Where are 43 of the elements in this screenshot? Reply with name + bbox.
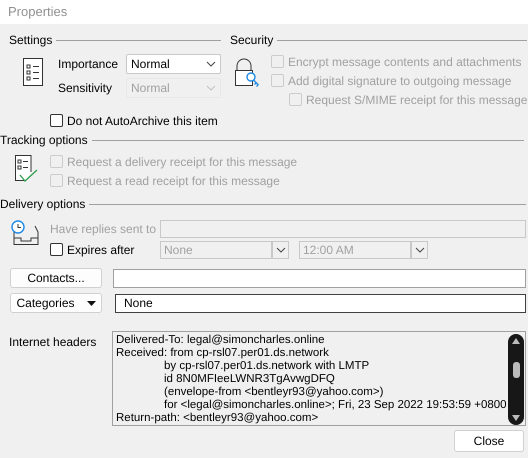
checkbox[interactable] bbox=[50, 114, 63, 127]
checkbox-label: Expires after bbox=[67, 242, 134, 258]
headers-textbox[interactable] bbox=[112, 331, 526, 426]
checkbox-label: Request a read receipt for this message bbox=[67, 172, 280, 190]
inbox-clock-icon bbox=[10, 220, 40, 246]
checkbox[interactable] bbox=[50, 243, 63, 256]
contacts-field[interactable] bbox=[113, 268, 526, 288]
header-line: for <legal@simoncharles.online>; Fri, 23 Sep 2022 19:53:59 +0800 bbox=[163, 399, 508, 412]
header-line: Return-path: <bentleyr93@yahoo.com> bbox=[116, 412, 320, 425]
caret-icon bbox=[276, 246, 286, 252]
field-label: Sensitivity bbox=[58, 80, 114, 97]
section-title: Tracking options bbox=[0, 132, 88, 149]
categories-button[interactable]: Categories bbox=[10, 293, 102, 313]
caret-icon bbox=[414, 246, 424, 252]
scrollbar[interactable] bbox=[508, 334, 524, 425]
caret-icon bbox=[206, 85, 216, 91]
checkbox-label: Do not AutoArchive this item bbox=[67, 112, 218, 130]
checkbox-label: Encrypt message contents and attachments bbox=[288, 54, 522, 70]
section-title: Delivery options bbox=[0, 196, 86, 213]
categories-field[interactable]: None bbox=[115, 294, 526, 312]
checkbox-label: Add digital signature to outgoing message bbox=[288, 72, 512, 90]
header-line: by cp-rsl07.per01.ds.network with LMTP bbox=[163, 360, 370, 373]
close-button[interactable]: Close bbox=[454, 430, 524, 452]
header-line: id 8N0MFIeeLWNR3TgAvwgDFQ bbox=[163, 373, 336, 386]
header-line: Delivered-To: legal@simoncharles.online bbox=[116, 334, 326, 347]
field-label: Have replies sent to bbox=[50, 221, 158, 238]
field-label: Importance bbox=[58, 56, 120, 73]
window-title: Properties bbox=[8, 3, 68, 22]
caret-icon bbox=[206, 61, 216, 67]
dropdown[interactable]: Normal bbox=[126, 54, 221, 74]
contacts-button[interactable]: Contacts... bbox=[10, 268, 102, 288]
list-icon bbox=[23, 58, 43, 86]
checkbox-label: Request S/MIME receipt for this message bbox=[306, 92, 528, 108]
header-line: Received: from cp-rsl07.per01.ds.network bbox=[116, 347, 330, 360]
section-title: Security bbox=[230, 32, 274, 49]
scroll-thumb[interactable] bbox=[512, 362, 520, 378]
scroll-up-icon[interactable] bbox=[512, 338, 520, 344]
dropdown-arrow-icon bbox=[86, 300, 96, 306]
header-line: (envelope-from <bentleyr93@yahoo.com>) bbox=[163, 386, 384, 399]
scroll-down-icon[interactable] bbox=[512, 415, 520, 421]
section-title: Settings bbox=[9, 32, 52, 49]
checkbox-label: Request a delivery receipt for this message bbox=[67, 154, 298, 170]
field-label: Internet headers bbox=[9, 334, 98, 351]
